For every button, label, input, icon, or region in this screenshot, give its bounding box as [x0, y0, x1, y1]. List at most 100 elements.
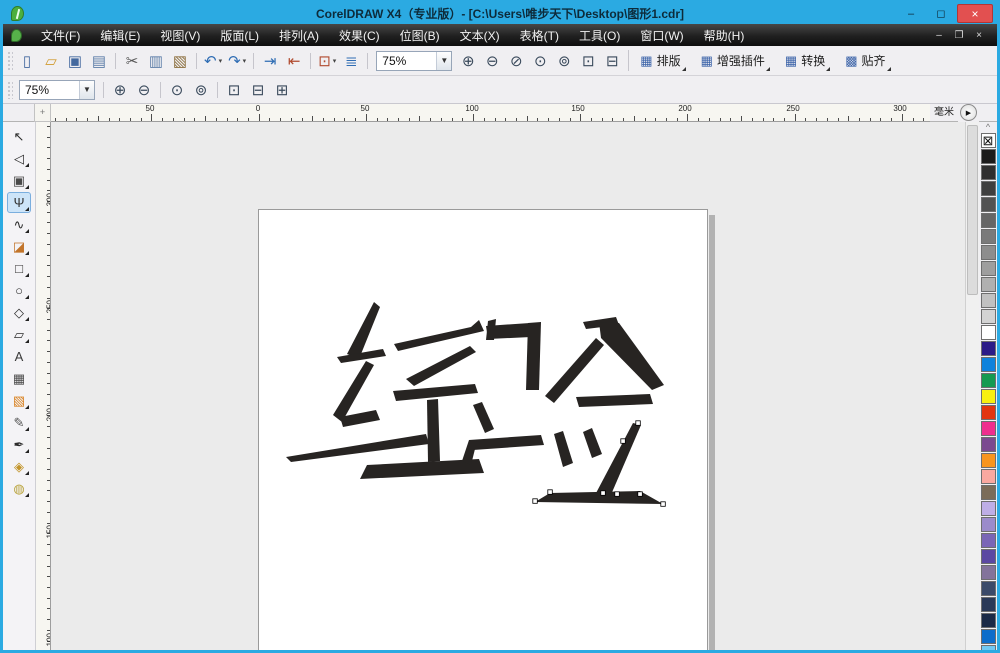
zoom-to-all-objects-button[interactable]: ⊚ — [552, 49, 576, 73]
toolbar-grip[interactable] — [6, 50, 13, 71]
color-swatch-16[interactable] — [980, 405, 996, 420]
vertical-ruler[interactable]: 300 250 200 150 100 — [36, 122, 51, 650]
menu-item-table[interactable]: 表格(T) — [510, 24, 569, 47]
crop-tool[interactable]: ▣ — [7, 170, 31, 191]
color-swatch-11[interactable] — [980, 325, 996, 340]
color-swatch-1[interactable] — [980, 165, 996, 180]
cut-button[interactable]: ✂ — [120, 49, 144, 73]
menu-item-help[interactable]: 帮助(H) — [694, 24, 755, 47]
color-swatch-3[interactable] — [980, 197, 996, 212]
color-swatch-24[interactable] — [980, 533, 996, 548]
interactive-fill-tool[interactable]: ◍ — [7, 478, 31, 499]
typesetting-button[interactable]: ▦ 排版 — [633, 49, 687, 73]
print-button[interactable]: ▤ — [87, 49, 111, 73]
color-swatch-8[interactable] — [980, 277, 996, 292]
color-swatch-14[interactable] — [980, 373, 996, 388]
color-swatch-13[interactable] — [980, 357, 996, 372]
undo-button[interactable]: ↶ ▾ — [201, 49, 225, 73]
menu-item-effects[interactable]: 效果(C) — [329, 24, 390, 47]
copy-button[interactable]: ▥ — [144, 49, 168, 73]
horizontal-ruler[interactable]: 50 0 50 100 150 200 250 300 — [51, 104, 930, 122]
snap-button[interactable]: ▩ 贴齐 — [838, 49, 892, 73]
color-swatch-12[interactable] — [980, 341, 996, 356]
color-swatch-17[interactable] — [980, 421, 996, 436]
color-swatch-23[interactable] — [980, 517, 996, 532]
color-swatch-9[interactable] — [980, 293, 996, 308]
color-swatch-0[interactable] — [980, 149, 996, 164]
zoom-to-page-width-button[interactable]: ⊟ — [600, 49, 624, 73]
combo-arrow-icon[interactable]: ▼ — [436, 51, 452, 70]
color-swatch-10[interactable] — [980, 309, 996, 324]
doc-restore-button[interactable]: ❐ — [949, 30, 969, 41]
color-swatch-18[interactable] — [980, 437, 996, 452]
close-button[interactable]: × — [957, 4, 993, 23]
open-button[interactable]: ▱ — [39, 49, 63, 73]
convert-button[interactable]: ▦ 转换 — [778, 49, 832, 73]
smart-fill-tool[interactable]: ◪ — [7, 236, 31, 257]
export-button[interactable]: ⇤ — [282, 49, 306, 73]
rectangle-tool[interactable]: □ — [7, 258, 31, 279]
menu-item-text[interactable]: 文本(X) — [450, 24, 510, 47]
text-tool[interactable]: A — [7, 346, 31, 367]
color-swatch-27[interactable] — [980, 581, 996, 596]
zoom-to-selected-button[interactable]: ⊙ — [165, 78, 189, 102]
color-swatch-28[interactable] — [980, 597, 996, 612]
zoom-out-button[interactable]: ⊖ — [480, 49, 504, 73]
color-swatch-20[interactable] — [980, 469, 996, 484]
hand-tool[interactable]: Ψ — [7, 192, 31, 213]
color-swatch-6[interactable] — [980, 245, 996, 260]
scrollbar-thumb[interactable] — [967, 125, 978, 295]
color-swatch-4[interactable] — [980, 213, 996, 228]
vertical-scrollbar[interactable] — [965, 122, 979, 650]
doc-close-button[interactable]: × — [969, 30, 989, 41]
zoom-in-button[interactable]: ⊕ — [456, 49, 480, 73]
menu-item-window[interactable]: 窗口(W) — [630, 24, 693, 47]
application-launcher-button[interactable]: ⊡ ▾ — [315, 49, 339, 73]
color-swatch-22[interactable] — [980, 501, 996, 516]
dropdown-arrow-icon[interactable]: ▾ — [333, 57, 337, 65]
zoom-to-selected-button[interactable]: ⊙ — [528, 49, 552, 73]
no-fill-swatch[interactable]: ⊠ — [980, 133, 996, 148]
pick-tool[interactable]: ↖ — [7, 126, 31, 147]
maximize-button[interactable]: ◻ — [927, 5, 955, 22]
combo-arrow-icon[interactable]: ▼ — [79, 80, 94, 99]
save-button[interactable]: ▣ — [63, 49, 87, 73]
zoom-in-button[interactable]: ⊕ — [108, 78, 132, 102]
dropdown-arrow-icon[interactable]: ▾ — [243, 57, 247, 65]
enhanced-plugins-button[interactable]: ▦ 增强插件 — [694, 49, 772, 73]
drawing-canvas[interactable]: 经验 — [51, 122, 965, 650]
dropdown-arrow-icon[interactable]: ▾ — [219, 57, 223, 65]
minimize-button[interactable]: – — [897, 5, 925, 22]
color-swatch-21[interactable] — [980, 485, 996, 500]
zoom-one-to-one-button[interactable]: ⊘ — [504, 49, 528, 73]
shape-tool[interactable]: ◁ — [7, 148, 31, 169]
fill-tool[interactable]: ◈ — [7, 456, 31, 477]
zoom-level-combo[interactable]: 75% ▼ — [376, 50, 453, 71]
basic-shapes-tool[interactable]: ▱ — [7, 324, 31, 345]
ellipse-tool[interactable]: ○ — [7, 280, 31, 301]
import-button[interactable]: ⇥ — [258, 49, 282, 73]
color-swatch-15[interactable] — [980, 389, 996, 404]
color-swatch-31[interactable] — [980, 645, 996, 650]
paste-button[interactable]: ▧ — [168, 49, 192, 73]
palette-scroll-up-icon[interactable]: ^ — [986, 122, 990, 133]
color-swatch-7[interactable] — [980, 261, 996, 276]
menu-item-view[interactable]: 视图(V) — [150, 24, 210, 47]
zoom-to-page-width-button[interactable]: ⊟ — [246, 78, 270, 102]
outline-pen-tool[interactable]: ✒ — [7, 434, 31, 455]
eyedropper-tool[interactable]: ✎ — [7, 412, 31, 433]
menu-item-bitmaps[interactable]: 位图(B) — [390, 24, 450, 47]
welcome-screen-button[interactable]: ≣ — [339, 49, 363, 73]
artwork-vector-text[interactable] — [283, 293, 683, 513]
color-swatch-26[interactable] — [980, 565, 996, 580]
zoom-to-page-button[interactable]: ⊡ — [222, 78, 246, 102]
color-swatch-19[interactable] — [980, 453, 996, 468]
freehand-tool[interactable]: ∿ — [7, 214, 31, 235]
ruler-nav-button[interactable]: ▶ — [960, 104, 977, 121]
polygon-tool[interactable]: ◇ — [7, 302, 31, 323]
propbar-zoom-combo[interactable]: 75% ▼ — [19, 79, 95, 100]
color-swatch-29[interactable] — [980, 613, 996, 628]
color-swatch-5[interactable] — [980, 229, 996, 244]
interactive-blend-tool[interactable]: ▧ — [7, 390, 31, 411]
ruler-origin-icon[interactable]: + — [34, 104, 51, 122]
